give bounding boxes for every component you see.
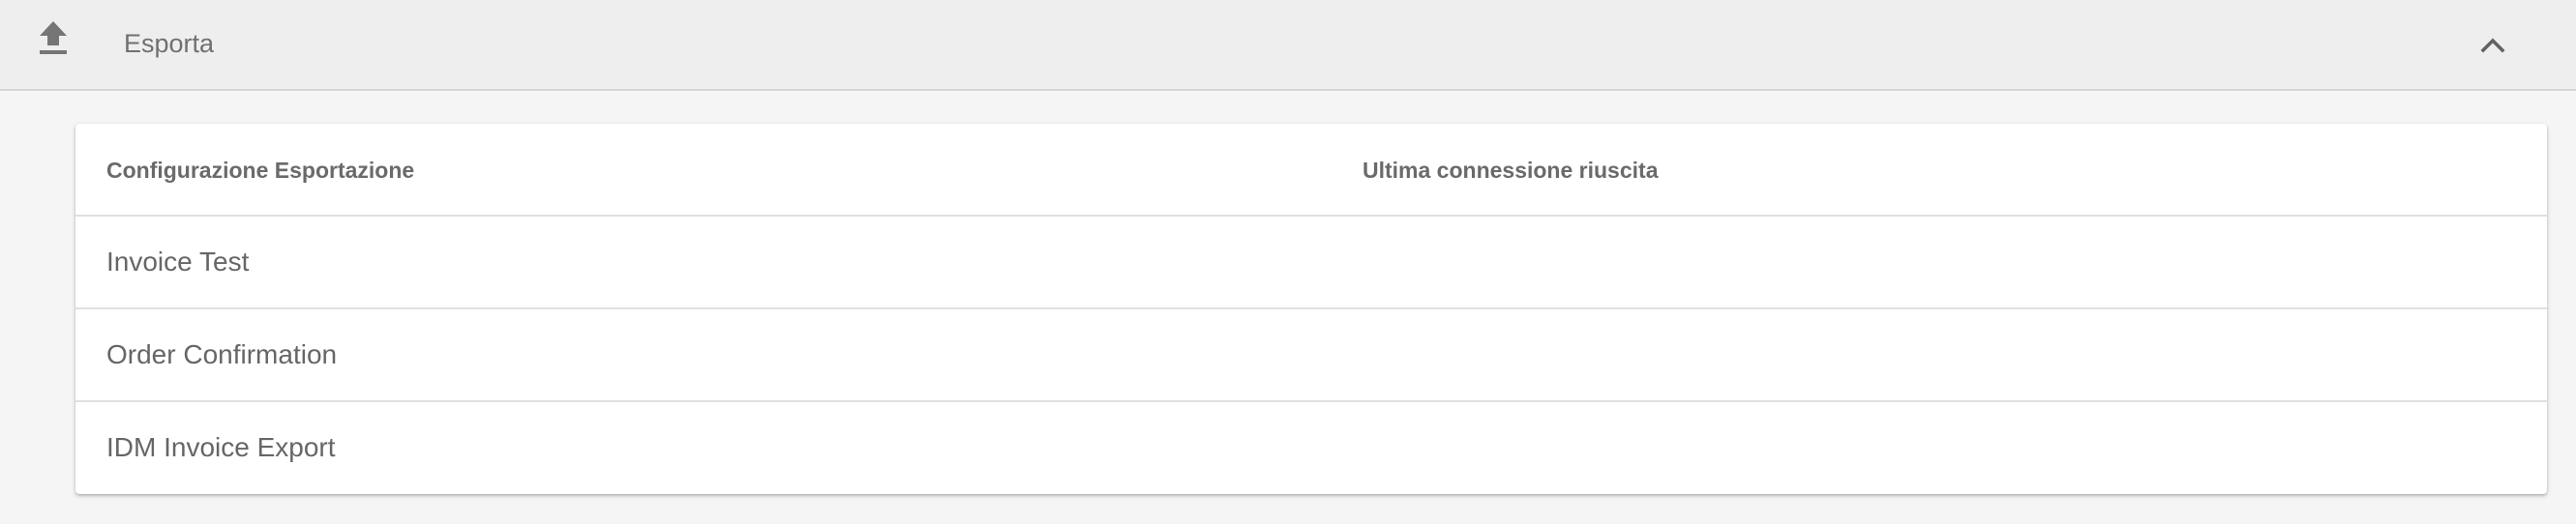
column-header-last-connection[interactable]: Ultima connessione riuscita (1363, 156, 1658, 185)
panel-title: Esporta (124, 29, 215, 58)
table-row[interactable]: IDM Invoice Export (75, 402, 2547, 494)
config-name-cell: Invoice Test (106, 247, 250, 277)
config-name-cell: IDM Invoice Export (106, 432, 336, 462)
chevron-up-icon[interactable] (2473, 29, 2512, 58)
table-row[interactable]: Invoice Test (75, 217, 2547, 309)
column-header-configuration[interactable]: Configurazione Esportazione (106, 156, 414, 185)
config-name-cell: Order Confirmation (106, 339, 338, 369)
export-panel-header[interactable]: Esporta (0, 0, 2576, 91)
upload-icon (40, 21, 67, 54)
table-row[interactable]: Order Confirmation (75, 309, 2547, 402)
export-config-table: Configurazione Esportazione Ultima conne… (75, 124, 2547, 494)
table-header-row: Configurazione Esportazione Ultima conne… (75, 124, 2547, 217)
